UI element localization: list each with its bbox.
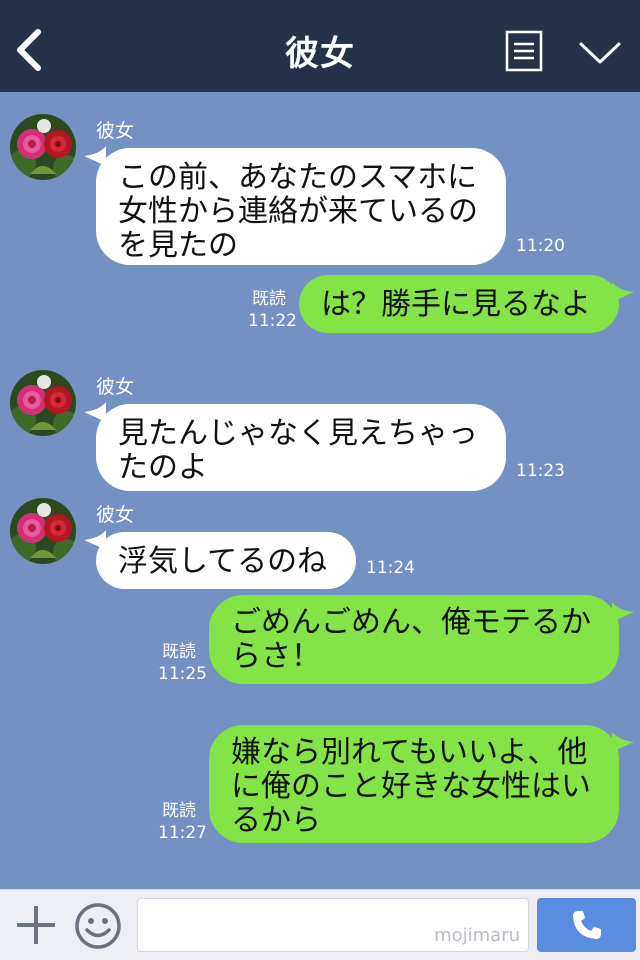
message-line: この前、あなたのスマホに [118, 160, 478, 195]
read-receipt: 既読 [252, 289, 286, 309]
rose-avatar-icon [10, 370, 76, 436]
plus-icon [17, 906, 55, 944]
message-time: 11:27 [158, 823, 207, 843]
chevron-down-icon [579, 42, 621, 64]
message-bubble-incoming[interactable]: 見たんじゃなく見えちゃっ たのよ [96, 404, 506, 491]
sender-name: 彼女 [96, 504, 135, 526]
sender-name: 彼女 [96, 120, 135, 142]
add-attachment-button[interactable] [14, 903, 58, 947]
message-bubble-incoming[interactable]: 浮気してるのね [96, 532, 356, 589]
list-icon [505, 30, 543, 72]
avatar[interactable] [10, 370, 76, 436]
avatar[interactable] [10, 498, 76, 564]
menu-button[interactable] [504, 30, 544, 72]
message-line: は？勝手に見るなよ [321, 287, 591, 322]
message-line: らさ！ [231, 639, 321, 674]
avatar[interactable] [10, 114, 76, 180]
watermark-text: mojimaru [434, 925, 520, 946]
message-time: 11:24 [366, 558, 415, 578]
message-time: 11:20 [516, 236, 565, 256]
message-line: を見たの [118, 228, 238, 263]
message-bubble-incoming[interactable]: この前、あなたのスマホに 女性から連絡が来ているの を見たの [96, 148, 506, 265]
message-line: 浮気してるのね [118, 544, 328, 579]
message-bubble-outgoing[interactable]: 嫌なら別れてもいいよ、他 に俺のこと好きな女性はい るから [209, 725, 619, 843]
more-options-button[interactable] [578, 38, 622, 68]
input-bar: mojimaru [0, 889, 640, 960]
rose-avatar-icon [10, 498, 76, 564]
chat-area[interactable]: 彼女 この前、あなたのスマホに 女性から連絡が来ているの を見たの 11:20 … [0, 92, 640, 889]
message-bubble-outgoing[interactable]: は？勝手に見るなよ [299, 275, 619, 333]
read-receipt: 既読 [162, 801, 196, 821]
call-button[interactable] [537, 898, 636, 952]
message-time: 11:25 [158, 664, 207, 684]
message-line: 見たんじゃなく見えちゃっ [118, 416, 478, 451]
rose-avatar-icon [10, 114, 76, 180]
message-time: 11:22 [248, 311, 297, 331]
smiley-icon [75, 903, 121, 949]
chat-header: 彼女 [0, 0, 640, 92]
message-line: 女性から連絡が来ているの [118, 194, 478, 229]
message-input[interactable]: mojimaru [137, 898, 529, 952]
sender-name: 彼女 [96, 376, 135, 398]
message-line: たのよ [118, 450, 208, 485]
message-line: 嫌なら別れてもいいよ、他 [231, 735, 588, 770]
message-line: に俺のこと好きな女性はい [231, 769, 591, 804]
phone-icon [572, 911, 601, 939]
chat-title: 彼女 [285, 34, 355, 74]
message-bubble-outgoing[interactable]: ごめんごめん、俺モテるか らさ！ [209, 595, 619, 684]
read-receipt: 既読 [162, 642, 196, 662]
message-line: るから [231, 803, 321, 838]
message-line: ごめんごめん、俺モテるか [231, 605, 591, 640]
message-time: 11:23 [516, 461, 565, 481]
emoji-button[interactable] [73, 901, 123, 951]
